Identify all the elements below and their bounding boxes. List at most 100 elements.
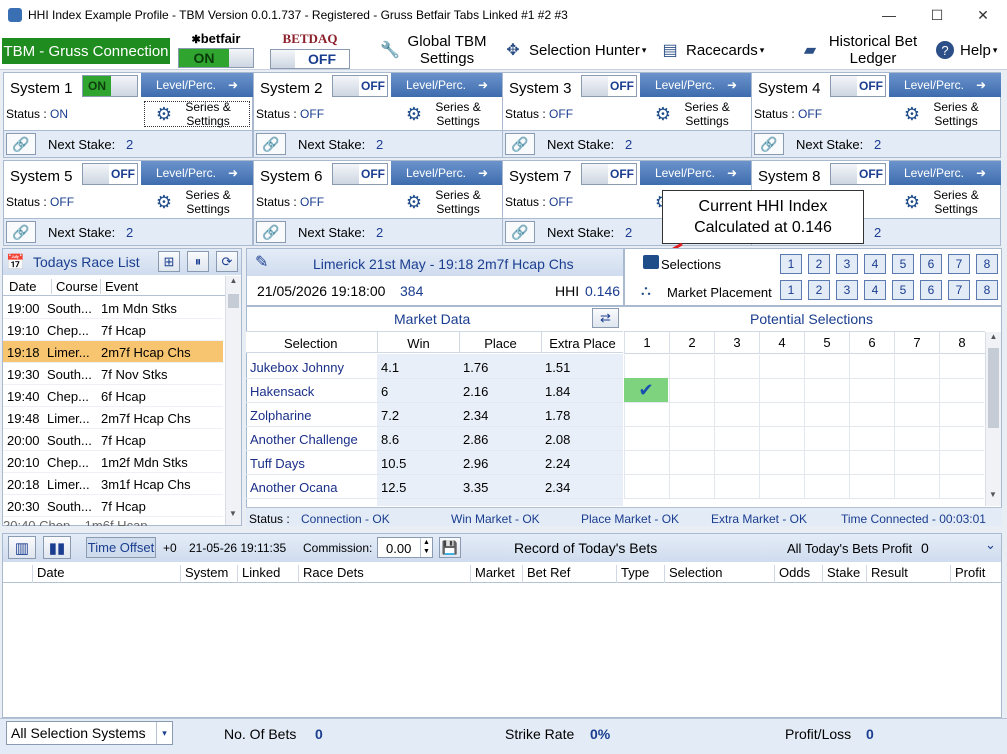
link-icon[interactable]: 🔗 — [505, 133, 535, 155]
series-settings-button[interactable]: ⚙Series & Settings — [889, 186, 1001, 218]
potential-cell[interactable] — [894, 475, 939, 499]
table-row[interactable]: Jukebox Johnny 4.1 1.76 1.51 — [246, 355, 623, 379]
placement-number-6[interactable]: 6 — [920, 280, 942, 300]
potential-scrollbar[interactable]: ▲ ▼ — [985, 332, 1001, 506]
potential-cell[interactable] — [804, 451, 849, 475]
placement-number-5[interactable]: 5 — [892, 280, 914, 300]
chevron-down-icon[interactable]: ⌄ — [985, 537, 996, 553]
selection-number-8[interactable]: 8 — [976, 254, 998, 274]
potential-cell[interactable] — [849, 427, 894, 451]
bets-col-market[interactable]: Market — [470, 565, 515, 583]
system-toggle[interactable]: OFF — [830, 163, 886, 185]
system-toggle[interactable]: OFF — [830, 75, 886, 97]
check-icon[interactable]: ✔ — [624, 378, 668, 402]
potential-cell[interactable] — [714, 475, 759, 499]
selection-number-7[interactable]: 7 — [948, 254, 970, 274]
bets-col-profit[interactable]: Profit — [950, 565, 985, 583]
series-settings-button[interactable]: ⚙Series & Settings — [640, 98, 752, 130]
potential-cell[interactable] — [669, 475, 714, 499]
table-row[interactable]: Zolpharine 7.2 2.34 1.78 — [246, 403, 623, 427]
historical-ledger-menu[interactable]: ▰ Historical Bet Ledger — [800, 33, 925, 67]
potential-cell[interactable] — [669, 451, 714, 475]
potential-cell[interactable] — [759, 379, 804, 403]
series-settings-button[interactable]: ⚙Series & Settings — [391, 186, 503, 218]
global-settings-menu[interactable]: 🔧 Global TBM Settings — [380, 33, 490, 67]
potential-cell[interactable] — [849, 475, 894, 499]
clipboard-icon[interactable]: ▥ — [8, 536, 36, 559]
potential-cell[interactable] — [804, 475, 849, 499]
placement-number-8[interactable]: 8 — [976, 280, 998, 300]
level-perc-button[interactable]: Level/Perc. ➜ — [141, 161, 253, 185]
potential-cell[interactable] — [714, 451, 759, 475]
level-perc-button[interactable]: Level/Perc. ➜ — [391, 73, 503, 97]
potential-cell[interactable] — [894, 427, 939, 451]
bets-col-result[interactable]: Result — [866, 565, 908, 583]
series-settings-button[interactable]: ⚙Series & Settings — [391, 98, 503, 130]
potential-cell[interactable] — [849, 355, 894, 379]
commission-input[interactable]: 0.00 ▲ ▼ — [377, 537, 433, 558]
selection-number-5[interactable]: 5 — [892, 254, 914, 274]
potential-cell[interactable] — [714, 355, 759, 379]
swap-icon[interactable]: ⇄ — [592, 308, 619, 328]
level-perc-button[interactable]: Level/Perc. ➜ — [889, 161, 1001, 185]
potential-cell[interactable] — [939, 475, 984, 499]
potential-cell[interactable] — [624, 403, 669, 427]
race-list-item[interactable]: 20:30 South... 7f Hcap — [3, 495, 223, 517]
potential-cell[interactable] — [624, 355, 669, 379]
table-row[interactable]: Another Ocana 12.5 3.35 2.34 — [246, 475, 623, 499]
potential-cell[interactable] — [894, 403, 939, 427]
race-list-item[interactable]: 19:00 South... 1m Mdn Stks — [3, 297, 223, 319]
link-icon[interactable]: 🔗 — [505, 221, 535, 243]
series-settings-button[interactable]: ⚙Series & Settings — [141, 98, 253, 130]
race-list-item[interactable]: 19:18 Limer... 2m7f Hcap Chs — [3, 341, 223, 363]
potential-cell[interactable] — [759, 427, 804, 451]
placement-number-1[interactable]: 1 — [780, 280, 802, 300]
selection-number-1[interactable]: 1 — [780, 254, 802, 274]
selection-number-3[interactable]: 3 — [836, 254, 858, 274]
bets-col-stake[interactable]: Stake — [822, 565, 860, 583]
link-icon[interactable]: 🔗 — [256, 133, 286, 155]
race-list-item[interactable]: 20:10 Chep... 1m2f Mdn Stks — [3, 451, 223, 473]
bets-col-selection[interactable]: Selection — [664, 565, 722, 583]
level-perc-button[interactable]: Level/Perc. ➜ — [391, 161, 503, 185]
level-perc-button[interactable]: Level/Perc. ➜ — [889, 73, 1001, 97]
refresh-icon[interactable]: ⟳ — [216, 251, 238, 272]
potential-cell[interactable] — [669, 355, 714, 379]
selection-number-4[interactable]: 4 — [864, 254, 886, 274]
potential-cell[interactable] — [804, 403, 849, 427]
time-offset-button[interactable]: Time Offset — [86, 537, 156, 558]
potential-cell[interactable] — [714, 379, 759, 403]
maximize-button[interactable]: ☐ — [914, 0, 960, 30]
pause-button[interactable]: ⏸ — [187, 251, 209, 272]
potential-cell[interactable] — [804, 379, 849, 403]
bets-col-odds[interactable]: Odds — [774, 565, 810, 583]
close-button[interactable]: ✕ — [960, 0, 1006, 30]
race-list-item[interactable]: 20:18 Limer... 3m1f Hcap Chs — [3, 473, 223, 495]
table-row[interactable]: Hakensack 6 2.16 1.84 — [246, 379, 623, 403]
add-race-button[interactable]: ⊞ — [158, 251, 180, 272]
potential-cell[interactable] — [939, 379, 984, 403]
bets-col-date[interactable]: Date — [32, 565, 64, 583]
race-list-item[interactable]: 19:10 Chep... 7f Hcap — [3, 319, 223, 341]
selection-number-6[interactable]: 6 — [920, 254, 942, 274]
selection-systems-dropdown[interactable]: All Selection Systems ▾ — [6, 721, 173, 745]
potential-cell[interactable] — [624, 451, 669, 475]
system-toggle[interactable]: OFF — [82, 163, 138, 185]
link-icon[interactable]: 🔗 — [754, 133, 784, 155]
level-perc-button[interactable]: Level/Perc. ➜ — [141, 73, 253, 97]
selection-number-2[interactable]: 2 — [808, 254, 830, 274]
potential-cell[interactable] — [849, 451, 894, 475]
table-row[interactable]: Tuff Days 10.5 2.96 2.24 — [246, 451, 623, 475]
bets-col-system[interactable]: System — [180, 565, 228, 583]
potential-cell[interactable] — [714, 403, 759, 427]
race-list-item[interactable]: 19:30 South... 7f Nov Stks — [3, 363, 223, 385]
placement-number-7[interactable]: 7 — [948, 280, 970, 300]
potential-cell[interactable] — [939, 355, 984, 379]
potential-cell[interactable] — [624, 475, 669, 499]
potential-cell[interactable] — [759, 355, 804, 379]
link-icon[interactable]: 🔗 — [6, 221, 36, 243]
potential-cell[interactable] — [804, 355, 849, 379]
potential-cell[interactable] — [669, 379, 714, 403]
potential-cell[interactable] — [939, 403, 984, 427]
potential-cell[interactable] — [849, 379, 894, 403]
